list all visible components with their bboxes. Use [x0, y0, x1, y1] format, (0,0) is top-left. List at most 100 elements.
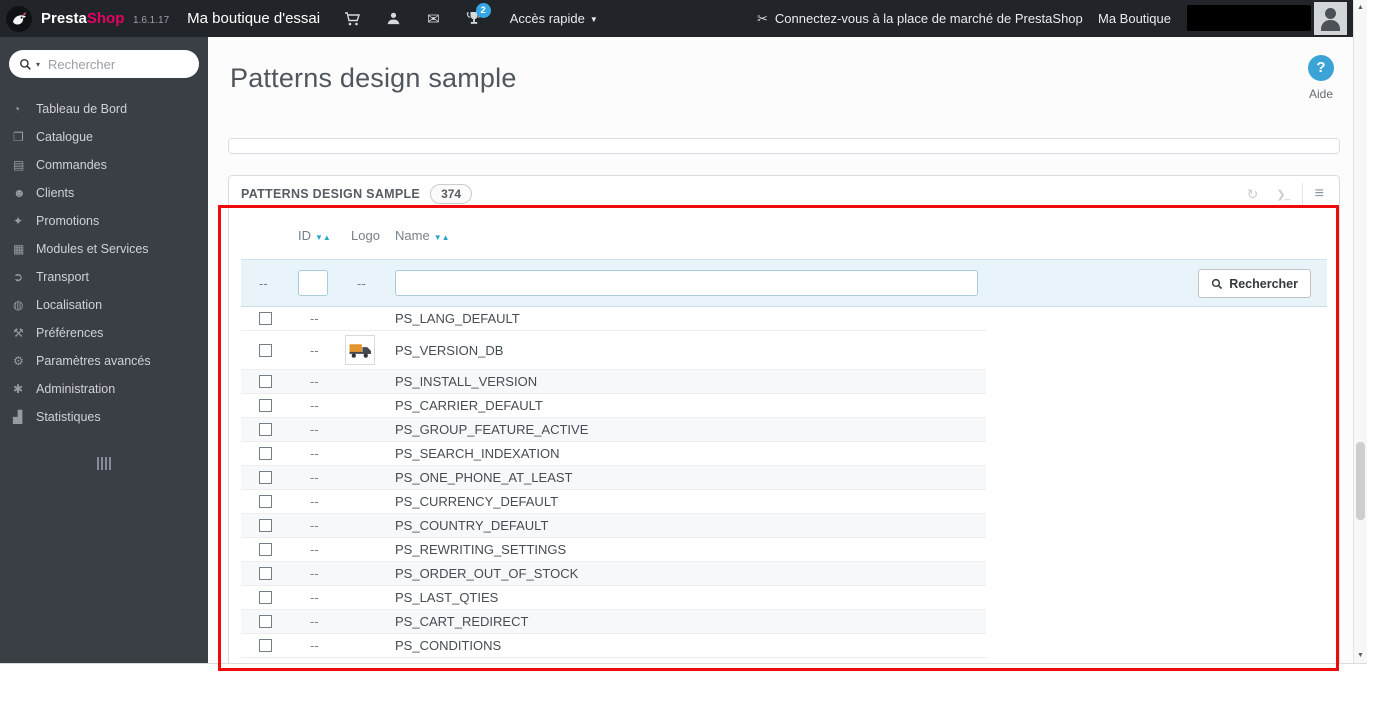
search-scope-caret-icon[interactable]: ▾	[36, 60, 40, 69]
truck-logo-image	[345, 335, 375, 365]
sidebar-item-transport[interactable]: ➲ Transport	[0, 263, 208, 291]
sidebar-item-clients[interactable]: ☻ Clients	[0, 179, 208, 207]
sidebar-item-commandes[interactable]: ▤ Commandes	[0, 151, 208, 179]
table-row[interactable]: -- PS_ORDER_OUT_OF_STOCK	[241, 562, 986, 586]
row-logo-cell	[345, 335, 395, 365]
column-header-id: ID ▼▲	[298, 228, 351, 259]
table-row[interactable]: -- PS_CART_REDIRECT	[241, 610, 986, 634]
sort-desc-icon[interactable]: ▼	[315, 233, 323, 242]
table-row[interactable]: -- PS_SEARCH_INDEXATION	[241, 442, 986, 466]
table: ID ▼▲ Logo Name ▼▲ -- -- Rechercher -- P…	[241, 212, 1327, 658]
sort-asc-icon[interactable]: ▲	[442, 233, 450, 242]
row-checkbox[interactable]	[259, 639, 272, 652]
row-id-value: --	[310, 446, 319, 461]
column-header-name: Name ▼▲	[395, 228, 1327, 259]
search-button[interactable]: Rechercher	[1198, 269, 1311, 298]
sidebar-item-tableau-de-bord[interactable]: ◔ Tableau de Bord	[0, 95, 208, 123]
table-row[interactable]: -- PS_GROUP_FEATURE_ACTIVE	[241, 418, 986, 442]
row-checkbox[interactable]	[259, 543, 272, 556]
row-name-value: PS_SEARCH_INDEXATION	[395, 446, 560, 461]
table-row[interactable]: -- PS_COUNTRY_DEFAULT	[241, 514, 986, 538]
panel-title: PATTERNS DESIGN SAMPLE	[241, 187, 421, 201]
sidebar-item-statistiques[interactable]: ▟ Statistiques	[0, 403, 208, 431]
tableau-de-bord-icon: ◔	[13, 102, 21, 116]
table-row[interactable]: -- PS_INSTALL_VERSION	[241, 370, 986, 394]
row-checkbox[interactable]	[259, 567, 272, 580]
avatar-body	[1321, 20, 1340, 31]
sidebar-item-promotions[interactable]: ✦ Promotions	[0, 207, 208, 235]
sidebar-item-localisation[interactable]: ◍ Localisation	[0, 291, 208, 319]
console-icon[interactable]: ❯_	[1267, 188, 1298, 201]
user-icon[interactable]	[386, 11, 401, 26]
table-row[interactable]: -- PS_REWRITING_SETTINGS	[241, 538, 986, 562]
avatar-head	[1325, 8, 1336, 19]
transport-icon: ➲	[13, 270, 24, 284]
prestashop-logo-icon[interactable]	[6, 5, 32, 32]
help-icon[interactable]: ?	[1308, 55, 1334, 81]
cart-icon[interactable]	[344, 11, 361, 27]
row-checkbox[interactable]	[259, 519, 272, 532]
row-checkbox[interactable]	[259, 495, 272, 508]
table-row[interactable]: -- PS_VERSION_DB	[241, 331, 986, 370]
row-checkbox[interactable]	[259, 471, 272, 484]
row-id-value: --	[310, 518, 319, 533]
count-badge: 374	[430, 184, 473, 204]
refresh-icon[interactable]: ↻	[1238, 186, 1268, 203]
table-row[interactable]: -- PS_LANG_DEFAULT	[241, 307, 986, 331]
table-row[interactable]: -- PS_ONE_PHONE_AT_LEAST	[241, 466, 986, 490]
table-row[interactable]: -- PS_CARRIER_DEFAULT	[241, 394, 986, 418]
sort-desc-icon[interactable]: ▼	[434, 233, 442, 242]
row-checkbox[interactable]	[259, 312, 272, 325]
sidebar-item-preferences[interactable]: ⚒ Préférences	[0, 319, 208, 347]
table-row[interactable]: -- PS_CURRENCY_DEFAULT	[241, 490, 986, 514]
brand-shop: Shop	[86, 10, 125, 27]
row-checkbox[interactable]	[259, 399, 272, 412]
vertical-scrollbar[interactable]: ▲ ▼	[1353, 0, 1367, 663]
caret-down-icon: ▼	[589, 15, 598, 24]
table-row[interactable]: -- PS_CONDITIONS	[241, 634, 986, 658]
sidebar-item-modules-et-services[interactable]: ▦ Modules et Services	[0, 235, 208, 263]
sort-asc-icon[interactable]: ▲	[323, 233, 331, 242]
row-checkbox[interactable]	[259, 343, 272, 357]
panel-header: PATTERNS DESIGN SAMPLE 374 ↻ ❯_ ≡	[229, 176, 1339, 212]
row-checkbox[interactable]	[259, 615, 272, 628]
commandes-icon: ▤	[13, 158, 25, 172]
avatar[interactable]	[1314, 2, 1347, 35]
marketplace-link[interactable]: ✂ Connectez-vous à la place de marché de…	[757, 0, 1083, 37]
row-id-value: --	[310, 470, 319, 485]
brand: PrestaShop 1.6.1.17	[41, 10, 169, 27]
topbar-icons: ✉ 2	[344, 3, 491, 28]
scrollbar-thumb[interactable]	[1356, 442, 1365, 520]
row-checkbox[interactable]	[259, 423, 272, 436]
row-name-value: PS_GROUP_FEATURE_ACTIVE	[395, 422, 589, 437]
row-checkbox[interactable]	[259, 591, 272, 604]
row-checkbox[interactable]	[259, 375, 272, 388]
sidebar-item-parametres-avances[interactable]: ⚙ Paramètres avancés	[0, 347, 208, 375]
collapsed-panel-strip	[228, 138, 1340, 154]
table-header-row: ID ▼▲ Logo Name ▼▲	[241, 212, 1327, 259]
quick-access-menu[interactable]: Accès rapide ▼	[510, 11, 598, 26]
sidebar-item-administration[interactable]: ✱ Administration	[0, 375, 208, 403]
trophy-icon[interactable]: 2	[466, 3, 491, 26]
table-row[interactable]: -- PS_LAST_QTIES	[241, 586, 986, 610]
row-id-value: --	[310, 398, 319, 413]
column-header-logo: Logo	[351, 228, 395, 259]
sidebar-item-catalogue[interactable]: ❒ Catalogue	[0, 123, 208, 151]
row-checkbox[interactable]	[259, 447, 272, 460]
filter-id-input[interactable]	[298, 270, 328, 296]
database-icon[interactable]: ≡	[1306, 185, 1333, 203]
filter-logo-placeholder: --	[357, 275, 366, 291]
sidebar-search-input[interactable]	[48, 56, 189, 72]
list-panel: PATTERNS DESIGN SAMPLE 374 ↻ ❯_ ≡ ID ▼▲ L…	[228, 175, 1340, 663]
scrollbar-up-icon[interactable]: ▲	[1354, 0, 1367, 15]
filter-name-input[interactable]	[395, 270, 978, 296]
filter-row: -- -- Rechercher	[241, 259, 1327, 307]
scrollbar-down-icon[interactable]: ▼	[1354, 648, 1367, 663]
envelope-icon[interactable]: ✉	[427, 10, 440, 28]
my-shop-link[interactable]: Ma Boutique	[1098, 0, 1171, 37]
row-name-value: PS_ONE_PHONE_AT_LEAST	[395, 470, 573, 485]
catalogue-icon: ❒	[13, 130, 24, 144]
row-name-value: PS_INSTALL_VERSION	[395, 374, 538, 389]
row-id-value: --	[310, 374, 319, 389]
collapse-menu-icon[interactable]	[0, 457, 208, 470]
